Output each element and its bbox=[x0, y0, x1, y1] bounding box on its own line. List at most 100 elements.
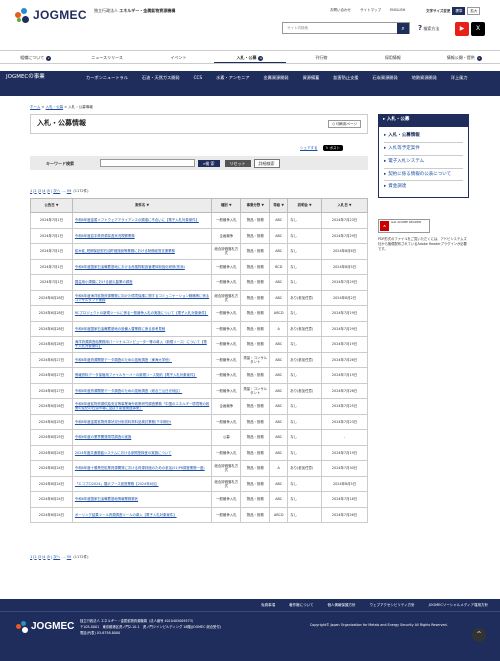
bid-title-link[interactable]: 令和6年度岩手県資源探査状況視察業務 bbox=[75, 234, 135, 238]
english-link[interactable]: ENGLISH bbox=[390, 8, 405, 12]
bid-title-link[interactable]: 海洋資源調査船業務用パーソナルコンピューター等の導入（新規リース）について【電子… bbox=[75, 340, 207, 348]
gnav-news[interactable]: ニュースリリース bbox=[71, 51, 142, 63]
bid-title-link[interactable]: 「エコプロ2024」展示ブース設営業務【2024年6月】 bbox=[75, 482, 159, 486]
cell-field: 物品・役務 bbox=[240, 289, 271, 306]
business-item[interactable]: 石油・天然ガス開発 bbox=[142, 73, 180, 83]
bid-title-link[interactable]: 令和6年度金属ソフトウェアアライアンスの調達に不合いに【電子入札対象案件】 bbox=[75, 218, 199, 222]
search-icon[interactable]: ⌕ bbox=[397, 23, 409, 34]
footer-link-social-policy[interactable]: JOGMECソーシャルメディア運用方針 bbox=[429, 603, 488, 611]
breadcrumb-home[interactable]: ホーム bbox=[30, 105, 40, 109]
cell-field: 物品・役務 bbox=[240, 258, 271, 275]
search-help-link[interactable]: ? 検索方法 bbox=[418, 24, 439, 33]
footer-link-disclaimer[interactable]: 免責事項 bbox=[261, 603, 275, 611]
gnav-disclosure[interactable]: 情報公開・提供 v bbox=[429, 51, 500, 63]
cell-grade: ABC bbox=[269, 382, 289, 399]
col-header-briefing[interactable]: 説明会 ▼ bbox=[287, 198, 323, 213]
sidebar-item-funding[interactable]: ▸ 資金調達 bbox=[384, 181, 463, 193]
reset-button[interactable]: リセット bbox=[224, 159, 251, 167]
print-button[interactable]: ⎙ 印刷用ページ bbox=[328, 120, 361, 129]
bid-title-link[interactable]: 令和6年度資源開発データ調査のための技術調査（東海大学他） bbox=[75, 358, 172, 362]
bid-title-link[interactable]: 令和6年度の業界開発環境調査の実施 bbox=[75, 435, 131, 439]
x-icon[interactable]: X bbox=[471, 22, 485, 36]
business-item[interactable]: 資源備蓄 bbox=[303, 73, 320, 83]
gnav-bids[interactable]: 入札・公募 v bbox=[214, 51, 286, 63]
page-link[interactable]: 1 bbox=[30, 555, 32, 559]
jogmec-logo[interactable]: JOGMEC bbox=[15, 8, 87, 23]
font-size-normal-button[interactable]: 標準 bbox=[452, 7, 466, 16]
next-link[interactable]: 次へ bbox=[53, 555, 60, 559]
last-page-link[interactable]: 59 bbox=[67, 189, 71, 193]
sidebar-item-bid-info[interactable]: ▸ 入札・公募情報 bbox=[384, 130, 463, 143]
footer-link-accessibility[interactable]: ウェブアクセシビリティ方針 bbox=[370, 603, 415, 611]
bid-title-link[interactable]: ボーリング結果ツール資源調査ツールの導入【電子入札対象案件】 bbox=[75, 513, 177, 517]
share-link[interactable]: シェアする bbox=[300, 146, 318, 150]
cell-bid-date: 2024年7月30日 bbox=[321, 460, 368, 477]
col-header-name[interactable]: 案件名 ▼ bbox=[71, 198, 213, 213]
col-header-kind[interactable]: 種別 ▼ bbox=[211, 198, 242, 213]
bid-title-link[interactable]: 令和6年度鉱物資源供給安定等事業海外政策研究調査業務「中国のエネルギー環境等の政… bbox=[75, 402, 209, 410]
bid-title-link[interactable]: 2024年度共通基盤システムにおける参照型検査の実施について bbox=[75, 451, 172, 455]
col-header-date[interactable]: 公告日 ▼ bbox=[30, 198, 73, 213]
bid-title-link[interactable]: RCプロジェクトの新規ツールに係る一般競争入札の実施について【電子入札対象案件】 bbox=[75, 311, 208, 315]
footer-link-copyright[interactable]: 著作権について bbox=[289, 603, 313, 611]
sidebar-item-contract-info[interactable]: ▸ 契約に係る情報の公表について bbox=[384, 169, 463, 182]
page-link[interactable]: 4 bbox=[43, 555, 45, 559]
gnav-events[interactable]: イベント bbox=[143, 51, 214, 63]
col-header-bid-date[interactable]: 入札日 ▼ bbox=[321, 198, 368, 213]
pager-bottom: 1|2|3|4|5| 次へ ... 59 (1172件) bbox=[30, 555, 89, 559]
keyword-input[interactable] bbox=[100, 159, 195, 167]
business-item[interactable]: カーボンニュートラル bbox=[86, 73, 128, 83]
bid-title-link[interactable]: 令和6年度資源開発データ調査のための技術調査（総合三山日光地区） bbox=[75, 389, 182, 393]
page-link[interactable]: 1 bbox=[30, 189, 32, 193]
cell-briefing: なし bbox=[287, 444, 323, 461]
bid-title-link[interactable]: 令和6年度国家石油備蓄基地の設備入替業務に係る参考見積 bbox=[75, 327, 165, 331]
business-item[interactable]: 地熱資源開発 bbox=[412, 73, 437, 83]
site-search-input[interactable]: サイト内検索 ⌕ bbox=[282, 22, 410, 34]
bid-title-link[interactable]: 令和6年度海洋鉱物資源開発に向けた環境保護に関するコミュニケーション戦略等に係る… bbox=[75, 294, 209, 302]
bid-title-link[interactable]: 令和6年度国家石油備蓄基地における危険物取扱管理体制強化研修(別添) bbox=[75, 265, 185, 269]
cell-kind: 一般競争入札 bbox=[211, 258, 242, 275]
sitemap-link[interactable]: サイトマップ bbox=[360, 8, 381, 12]
business-item[interactable]: 金属資源開発 bbox=[263, 73, 288, 83]
business-item[interactable]: 鉱害防止支援 bbox=[333, 73, 358, 83]
bid-title-link[interactable]: 令和6年度国家石油備蓄基地情報業務委託 bbox=[75, 497, 138, 501]
bid-title-link[interactable]: 鉱木鉱_短期保証型石油貯蔵施設等業務における財務経営支援業務 bbox=[75, 249, 175, 253]
business-item[interactable]: 石炭資源開発 bbox=[373, 73, 398, 83]
breadcrumb-bids[interactable]: 入札・公募 bbox=[46, 105, 64, 109]
footer-logo[interactable]: JOGMEC bbox=[16, 621, 74, 634]
sort-icon: ▼ bbox=[348, 203, 352, 208]
adobe-reader-banner[interactable]: A Get ADOBE READER bbox=[378, 219, 430, 233]
x-post-button[interactable]: 𝕏 ポスト bbox=[322, 145, 343, 152]
footer-link-privacy[interactable]: 個人情報保護方針 bbox=[328, 603, 356, 611]
cell-name: 令和6年度国家石油備蓄基地の設備入替業務に係る参考見積 bbox=[71, 320, 213, 337]
page-link[interactable]: 5 bbox=[48, 189, 50, 193]
business-item[interactable]: CCS bbox=[194, 73, 203, 83]
bid-title-link[interactable]: 国益用小規模における被災農業の調査 bbox=[75, 280, 133, 284]
youtube-icon[interactable]: ▶ bbox=[455, 22, 469, 36]
business-item[interactable]: 洋上風力 bbox=[451, 73, 468, 83]
sidebar-item-e-bidding[interactable]: ▸ 電子入札システム bbox=[384, 156, 463, 169]
gnav-recruit[interactable]: 採用情報 bbox=[357, 51, 428, 63]
business-item[interactable]: 水素・アンモニア bbox=[216, 73, 249, 83]
advanced-search-button[interactable]: 詳細検索 bbox=[253, 158, 280, 168]
page-link[interactable]: 2 bbox=[34, 555, 36, 559]
gnav-publications[interactable]: 刊行物 bbox=[286, 51, 357, 63]
page-link[interactable]: 2 bbox=[34, 189, 36, 193]
bid-title-link[interactable]: 令和6年度十勝黒岳鉱業資源開発における資源評価のための参加(S1/P6調査業務一… bbox=[75, 466, 205, 470]
page-link[interactable]: 3 bbox=[39, 189, 41, 193]
page-link[interactable]: 3 bbox=[39, 555, 41, 559]
font-size-large-button[interactable]: 拡大 bbox=[467, 7, 481, 16]
col-header-field[interactable]: 事業分野 ▼ bbox=[240, 198, 271, 213]
col-header-grade[interactable]: 等級 ▼ bbox=[269, 198, 289, 213]
next-link[interactable]: 次へ bbox=[53, 189, 60, 193]
contact-link[interactable]: お問い合わせ bbox=[330, 8, 351, 12]
keyword-search-button[interactable]: ⌕検 索 bbox=[198, 159, 220, 167]
sidebar-item-planned[interactable]: ▸ 入札等予定案件 bbox=[384, 143, 463, 156]
page-link[interactable]: 4 bbox=[43, 189, 45, 193]
gnav-about[interactable]: 組織について v bbox=[0, 51, 71, 63]
bid-title-link[interactable]: 令和6年度金属鉱物資源状況分析試料資料品検討業務(下半期分) bbox=[75, 420, 171, 424]
page-link[interactable]: 5 bbox=[48, 555, 50, 559]
back-to-top-button[interactable]: ^ bbox=[472, 628, 486, 642]
bid-title-link[interactable]: 情報資料データ保管用ファイルサーバーの新規リース契約【電子入札対象案件】 bbox=[75, 373, 197, 377]
last-page-link[interactable]: 59 bbox=[67, 555, 71, 559]
